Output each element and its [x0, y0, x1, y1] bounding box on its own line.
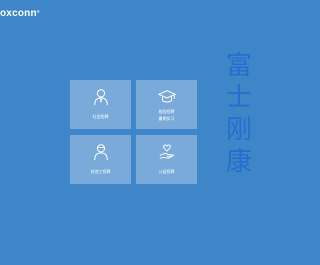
slogan-char: 富: [225, 51, 252, 81]
worker-icon: [93, 144, 108, 161]
person-icon: [93, 89, 108, 106]
foxconn-logo: oxconn®: [0, 8, 40, 19]
graduation-cap-icon: [157, 90, 176, 103]
tile-label: 公益招聘: [158, 169, 175, 174]
tile-charity-recruitment[interactable]: 公益招聘: [136, 135, 197, 184]
slogan-char: 康: [225, 147, 252, 177]
slogan-vertical-text: 富 士 刚 康: [224, 50, 254, 178]
tile-label: 社会招聘: [92, 114, 109, 119]
tile-label: 其他工招聘: [90, 169, 111, 174]
tile-sublabel: 暑期实习: [158, 116, 175, 121]
slogan-char: 士: [225, 83, 252, 113]
tile-social-recruitment[interactable]: 社会招聘: [70, 80, 131, 129]
charity-hand-icon: [159, 144, 174, 159]
logo-text: oxconn: [0, 8, 37, 19]
slogan-char: 刚: [225, 115, 252, 145]
logo-registered-mark: ®: [36, 9, 40, 14]
tile-label: 校园招聘: [158, 109, 175, 114]
tile-campus-recruitment[interactable]: 校园招聘 暑期实习: [136, 80, 197, 129]
tile-worker-recruitment[interactable]: 其他工招聘: [70, 135, 131, 184]
